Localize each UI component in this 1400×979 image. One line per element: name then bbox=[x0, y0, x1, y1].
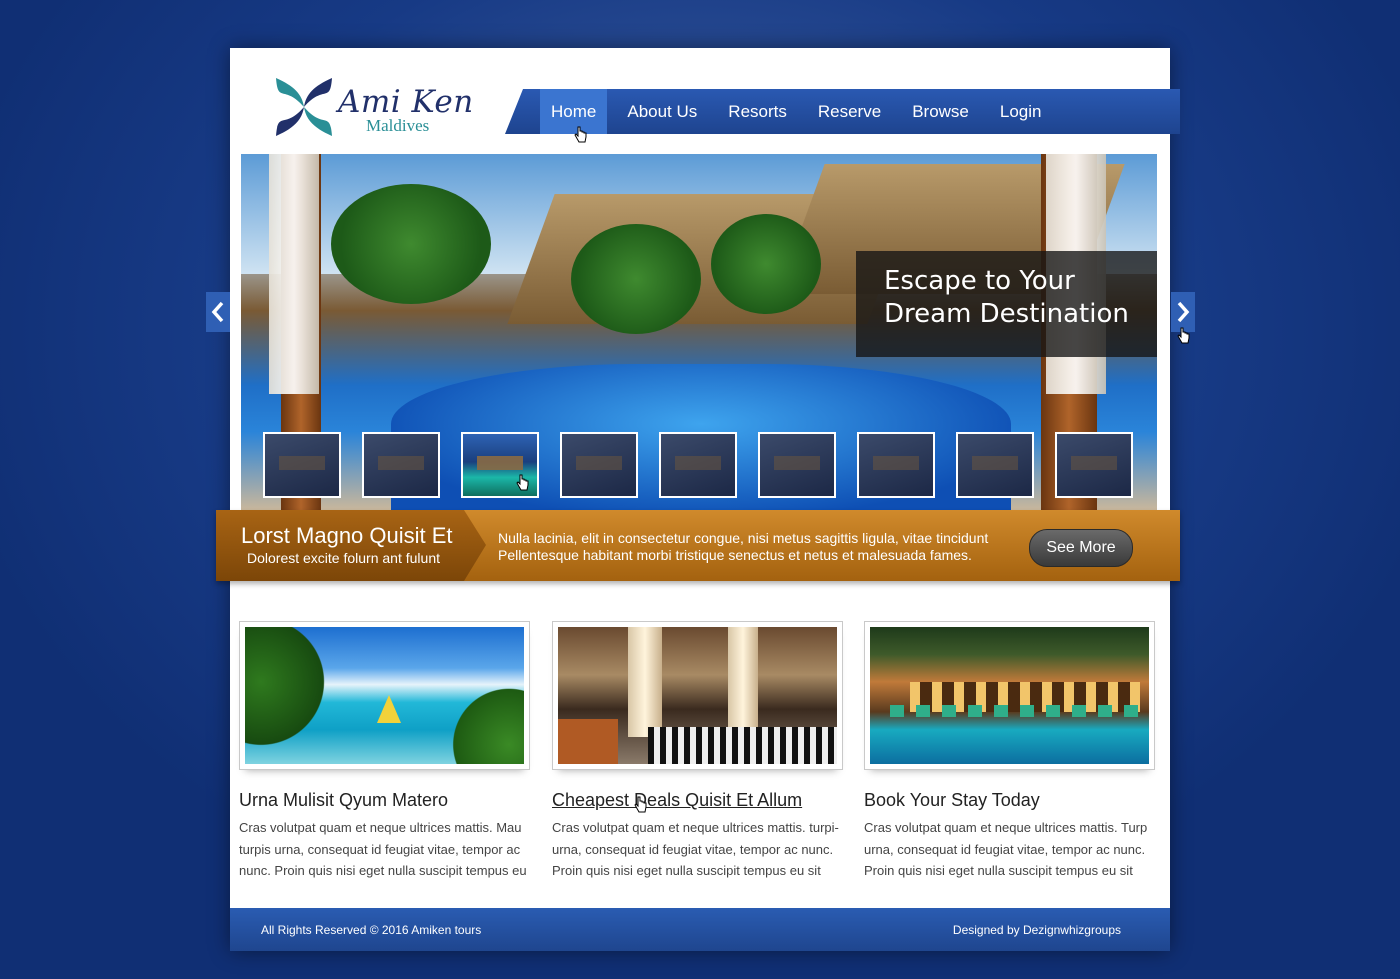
promo-band: Lorst Magno Quisit Et Dolorest excite fo… bbox=[216, 510, 1180, 581]
nav-item-resorts[interactable]: Resorts bbox=[717, 89, 798, 134]
promo-title: Lorst Magno Quisit Et bbox=[241, 523, 453, 548]
hand-cursor-icon bbox=[574, 126, 587, 143]
slider-thumbnail[interactable] bbox=[956, 432, 1034, 498]
hand-cursor-icon bbox=[634, 796, 647, 813]
slider-thumbnail[interactable] bbox=[1055, 432, 1133, 498]
nav-item-about-us[interactable]: About Us bbox=[616, 89, 708, 134]
brand-tagline: Maldives bbox=[366, 116, 430, 135]
nav-item-reserve[interactable]: Reserve bbox=[807, 89, 892, 134]
slider-thumbnail[interactable] bbox=[659, 432, 737, 498]
card-image-frame[interactable] bbox=[239, 621, 530, 770]
hero-caption: Escape to Your Dream Destination bbox=[856, 251, 1157, 357]
main-nav: Home About Us Resorts Reserve Browse Log… bbox=[505, 89, 1180, 134]
hero-slider[interactable]: Escape to Your Dream Destination bbox=[241, 154, 1157, 510]
slider-prev-button[interactable] bbox=[206, 292, 230, 332]
card-body: Cras volutpat quam et neque ultrices mat… bbox=[552, 820, 839, 878]
resort-night-image bbox=[870, 627, 1149, 764]
nav-item-browse[interactable]: Browse bbox=[901, 89, 980, 134]
promo-subtitle: Dolorest excite folurn ant fulunt bbox=[247, 550, 440, 566]
card-title[interactable]: Book Your Stay Today bbox=[864, 790, 1157, 811]
lobby-image bbox=[558, 627, 837, 764]
brand-logo[interactable]: Ami Ken Maldives bbox=[274, 74, 474, 140]
logo-emblem-icon bbox=[276, 78, 332, 136]
hand-cursor-icon bbox=[516, 474, 529, 491]
card-body: Cras volutpat quam et neque ultrices mat… bbox=[864, 820, 1148, 878]
chevron-right-icon bbox=[1177, 301, 1190, 323]
beach-image bbox=[245, 627, 524, 764]
copyright-text: All Rights Reserved © 2016 Amiken tours bbox=[261, 923, 482, 937]
page-container: Ami Ken Maldives Home About Us Resorts R… bbox=[216, 48, 1180, 951]
promo-text: Nulla lacinia, elit in consectetur congu… bbox=[498, 530, 989, 563]
slider-thumbnail[interactable] bbox=[263, 432, 341, 498]
card-image-frame[interactable] bbox=[864, 621, 1155, 770]
slider-thumbnail[interactable] bbox=[857, 432, 935, 498]
thumbnail-strip bbox=[263, 432, 1133, 498]
feature-card: Book Your Stay Today Cras volutpat quam … bbox=[864, 621, 1157, 882]
feature-card: Cheapest Deals Quisit Et Allum Cras volu… bbox=[552, 621, 845, 882]
slider-thumbnail[interactable] bbox=[362, 432, 440, 498]
card-title-link[interactable]: Cheapest Deals Quisit Et Allum bbox=[552, 790, 845, 811]
hand-cursor-icon bbox=[1177, 327, 1190, 344]
see-more-button[interactable]: See More bbox=[1029, 529, 1133, 567]
slider-thumbnail[interactable] bbox=[758, 432, 836, 498]
hero-caption-text: Escape to Your Dream Destination bbox=[884, 266, 1129, 329]
chevron-left-icon bbox=[211, 301, 224, 323]
designer-credit[interactable]: Designed by Dezignwhizgroups bbox=[953, 923, 1121, 937]
brand-name: Ami Ken bbox=[338, 84, 474, 120]
slider-next-button[interactable] bbox=[1171, 292, 1195, 332]
slider-thumbnail[interactable] bbox=[560, 432, 638, 498]
card-title[interactable]: Urna Mulisit Qyum Matero bbox=[239, 790, 532, 811]
card-body: Cras volutpat quam et neque ultrices mat… bbox=[239, 820, 527, 878]
page-footer: All Rights Reserved © 2016 Amiken tours … bbox=[230, 908, 1170, 951]
card-image-frame[interactable] bbox=[552, 621, 843, 770]
nav-item-login[interactable]: Login bbox=[989, 89, 1053, 134]
feature-card: Urna Mulisit Qyum Matero Cras volutpat q… bbox=[239, 621, 532, 882]
